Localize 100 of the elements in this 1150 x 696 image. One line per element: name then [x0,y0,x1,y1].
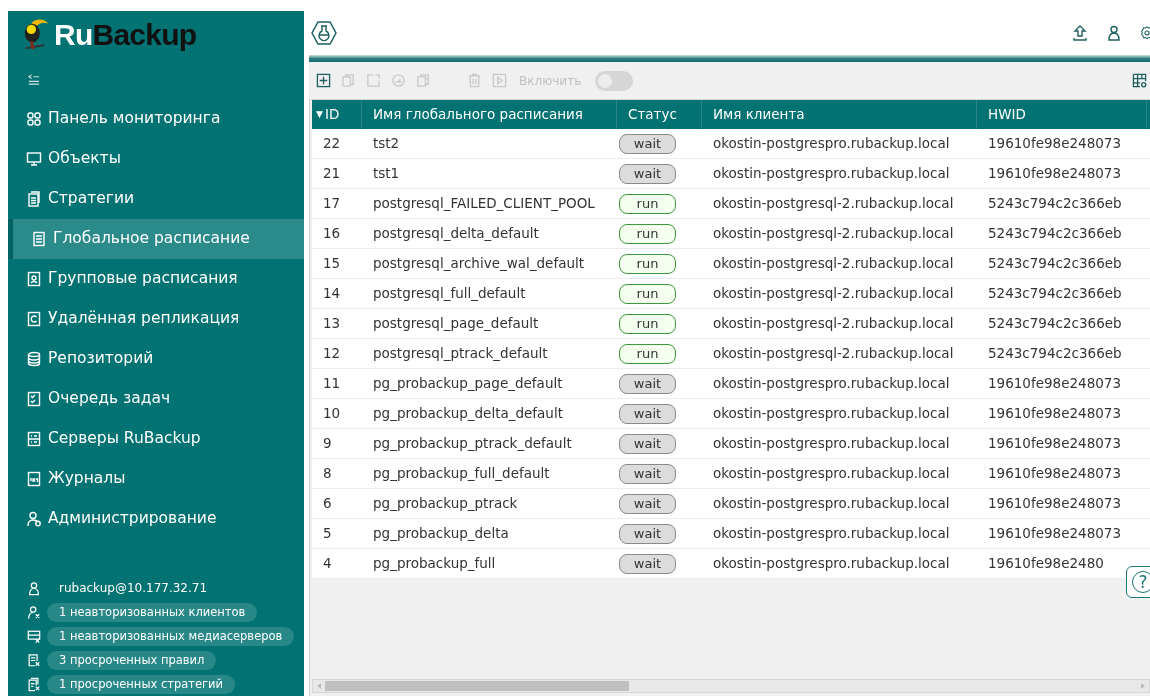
user-cross-icon [27,604,41,620]
collapse-menu-icon[interactable] [27,72,40,86]
sidebar-item-label: Журналы [48,468,126,490]
dashboard-icon [26,111,42,127]
alert-badge[interactable]: 1 неавторизованных медиасерверов [47,626,295,646]
table-cell-text: pg_probackup_delta [373,524,509,544]
table-cell-text: pg_probackup_ptrack_default [373,434,572,454]
table-cell-text: pg_probackup_full_default [373,464,550,484]
table-cell-text: 11 [323,374,341,394]
sidebar-item[interactable]: Администрирование [8,499,304,539]
sidebar-item-label: Серверы RuBackup [48,428,201,450]
sidebar-item[interactable]: Панель мониторинга [8,99,304,139]
flask-hexagon-icon[interactable] [311,21,337,45]
status-badge: run [619,283,676,304]
sidebar-item-label: Стратегии [48,188,135,210]
user-address: rubackup@10.177.32.71 [59,580,208,597]
settings-icon[interactable] [1140,25,1150,41]
server-cross-icon [27,628,41,644]
sidebar-item-label: Глобальное расписание [53,228,250,250]
table-cell-text: 19610fe98e248073 [988,494,1122,514]
table-cell-text: 13 [323,314,341,334]
table-cell-text: 19610fe98e248073 [988,464,1122,484]
column-header-label: ID [324,105,340,125]
documents-cross-icon [27,676,41,692]
status-badge: wait [619,373,676,394]
server-icon [26,431,42,447]
table-cell-text: 6 [323,494,332,514]
alert-badge[interactable]: 1 неавторизованных клиентов [47,602,258,622]
sidebar-item-label: Очередь задач [48,388,171,410]
status-badge: wait [619,163,676,184]
table-cell-text: okostin-postgrespro.rubackup.local [713,554,950,574]
table-cell-text: 19610fe98e2480 [988,554,1104,574]
sidebar-item[interactable]: Стратегии [8,179,304,219]
column-header-label: Имя клиента [713,105,805,125]
table-cell-text: 4 [323,554,332,574]
table-cell-text: okostin-postgrespro.rubackup.local [713,494,950,514]
sidebar-item[interactable]: Групповые расписания [8,259,304,299]
table-cell-text: 19610fe98e248073 [988,404,1122,424]
status-badge: run [619,343,676,364]
table-cell-text: okostin-postgrespro.rubackup.local [713,464,950,484]
horizontal-scrollbar-thumb[interactable] [325,681,629,691]
scroll-right-icon[interactable] [1139,682,1147,690]
sidebar-item[interactable]: Очередь задач [8,379,304,419]
table-cell-text: 22 [323,134,341,154]
database-icon [26,351,42,367]
sidebar-item[interactable]: Серверы RuBackup [8,419,304,459]
table-settings-icon[interactable] [1132,73,1147,88]
table-cell-text: postgresql_FAILED_CLIENT_POOL [373,194,595,214]
sidebar-item[interactable]: Журналы [8,459,304,499]
status-badge: run [619,313,676,334]
table-cell-text: okostin-postgrespro.rubackup.local [713,404,950,424]
replication-icon [26,311,42,327]
table-cell-text: postgresql_archive_wal_default [373,254,584,274]
table-cell-text: 19610fe98e248073 [988,434,1122,454]
column-header-label: HWID [988,105,1026,125]
sidebar-item[interactable]: Удалённая репликация [8,299,304,339]
help-button[interactable]: ? [1126,566,1150,598]
column-header-label: Статус [628,105,677,125]
status-badge: run [619,223,676,244]
sidebar-item-label: Удалённая репликация [48,308,240,330]
table-cell-text: 5 [323,524,332,544]
alert-badge[interactable]: 3 просроченных правил [47,650,217,670]
table-cell-text: 10 [323,404,341,424]
table-cell-text: 9 [323,434,332,454]
checklist-icon [26,391,42,407]
table-cell-text: tst1 [373,164,400,184]
sidebar-item[interactable]: Объекты [8,139,304,179]
brand-name: RuBackup [54,20,197,50]
alert-badge[interactable]: 1 просроченных стратегий [47,674,236,694]
table-cell-text: postgresql_ptrack_default [373,344,548,364]
status-badge: wait [619,523,676,544]
upload-icon[interactable] [1072,25,1088,41]
table-cell-text: okostin-postgresql-2.rubackup.local [713,314,954,334]
table-cell-text: 15 [323,254,341,274]
table-cell-text: 19610fe98e248073 [988,524,1122,544]
sidebar-item[interactable]: Репозиторий [8,339,304,379]
sidebar-item-label: Репозиторий [48,348,154,370]
table-cell-text: okostin-postgrespro.rubackup.local [713,134,950,154]
user-icon[interactable] [1106,25,1122,41]
table-cell-text: 5243c794c2c366eb [988,224,1122,244]
table-cell-text: 12 [323,344,341,364]
add-icon[interactable] [316,73,331,88]
table-cell-text: pg_probackup_delta_default [373,404,563,424]
status-badge: wait [619,493,676,514]
table-cell-text: okostin-postgresql-2.rubackup.local [713,194,954,214]
table-cell-text: 14 [323,284,341,304]
scroll-left-icon[interactable] [315,682,323,690]
table-cell-text: pg_probackup_ptrack [373,494,518,514]
sidebar-item[interactable]: Глобальное расписание [8,219,304,259]
table-cell-text: postgresql_delta_default [373,224,539,244]
admin-user-icon [26,511,42,527]
monitor-icon [26,151,42,167]
status-badge: wait [619,553,676,574]
table-cell-text: 8 [323,464,332,484]
table-cell-text: pg_probackup_full [373,554,496,574]
table-cell-text: postgresql_page_default [373,314,539,334]
status-badge: wait [619,463,676,484]
table-cell-text: 5243c794c2c366eb [988,314,1122,334]
document-cross-icon [27,652,41,668]
user-icon [27,580,41,596]
